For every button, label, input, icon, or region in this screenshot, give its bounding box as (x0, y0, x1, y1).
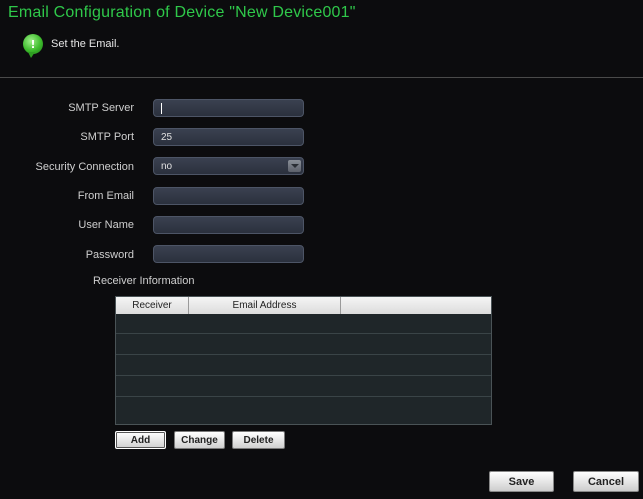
from-email-input[interactable] (153, 187, 304, 205)
window-title: Email Configuration of Device "New Devic… (8, 4, 356, 21)
change-button[interactable]: Change (174, 431, 225, 449)
chevron-down-icon[interactable] (288, 160, 301, 172)
table-row[interactable] (116, 314, 491, 334)
receiver-information-label: Receiver Information (93, 275, 195, 287)
column-header-email-address[interactable]: Email Address (189, 297, 341, 314)
smtp-port-label: SMTP Port (80, 131, 134, 143)
table-row[interactable] (116, 335, 491, 355)
smtp-port-input[interactable]: 25 (153, 128, 304, 146)
security-connection-label: Security Connection (35, 161, 134, 173)
table-row[interactable] (116, 356, 491, 376)
add-button[interactable]: Add (115, 431, 166, 449)
column-header-empty (341, 297, 491, 314)
save-button[interactable]: Save (489, 471, 554, 492)
smtp-server-label: SMTP Server (68, 102, 134, 114)
security-connection-select[interactable]: no (153, 157, 304, 175)
user-name-input[interactable] (153, 216, 304, 234)
delete-button[interactable]: Delete (232, 431, 285, 449)
smtp-server-input[interactable] (153, 99, 304, 117)
from-email-label: From Email (77, 190, 134, 202)
password-input[interactable] (153, 245, 304, 263)
table-row[interactable] (116, 398, 491, 418)
receiver-table[interactable]: Receiver Email Address (115, 296, 492, 425)
column-header-receiver[interactable]: Receiver (116, 297, 189, 314)
receiver-table-header: Receiver Email Address (116, 297, 491, 314)
email-config-window: Email Configuration of Device "New Devic… (0, 0, 643, 499)
divider (0, 77, 643, 78)
cancel-button[interactable]: Cancel (573, 471, 639, 492)
hint-text: Set the Email. (51, 38, 120, 50)
text-caret (161, 103, 162, 114)
password-label: Password (85, 249, 134, 261)
user-name-label: User Name (78, 219, 134, 231)
info-bubble-icon: ! (23, 34, 43, 58)
table-row[interactable] (116, 377, 491, 397)
